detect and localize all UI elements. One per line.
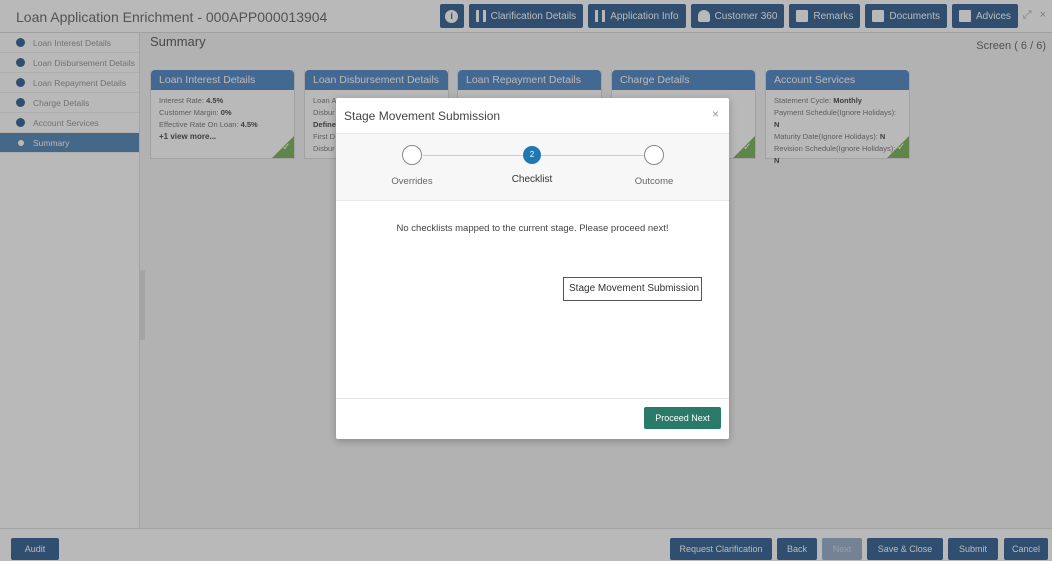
no-checklist-message: No checklists mapped to the current stag… [396, 223, 669, 234]
step-outcome-circle[interactable] [644, 145, 664, 165]
step-label-outcome: Outcome [634, 176, 674, 187]
step-label-checklist: Checklist [511, 174, 553, 185]
step-overrides-circle[interactable] [402, 145, 422, 165]
stage-movement-modal: Stage Movement Submission × 2 Overrides … [336, 98, 729, 439]
step-connector [541, 155, 644, 156]
step-connector [423, 155, 523, 156]
modal-title: Stage Movement Submission [344, 109, 501, 123]
proceed-next-button[interactable]: Proceed Next [644, 407, 721, 429]
step-label-overrides: Overrides [391, 176, 433, 187]
modal-footer: Proceed Next [336, 398, 729, 439]
step-checklist-circle[interactable]: 2 [523, 146, 541, 164]
stepper: 2 Overrides Checklist Outcome [336, 133, 729, 201]
tooltip: Stage Movement Submission [563, 277, 702, 301]
close-icon[interactable]: × [712, 107, 719, 121]
